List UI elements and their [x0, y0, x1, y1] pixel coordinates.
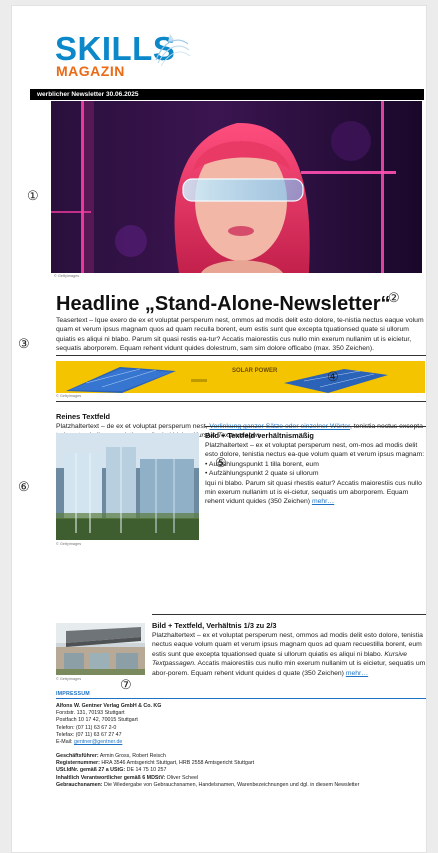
- banner-credit: © Gettyimages: [56, 394, 82, 398]
- solar-banner-ad[interactable]: SOLAR POWER: [56, 361, 425, 393]
- impressum-divider: [56, 698, 426, 699]
- headline: Headline „Stand-Alone-Newsletter“: [56, 293, 391, 315]
- legal-value: Oliver Scheel: [165, 774, 199, 781]
- impressum-company: Alfons W. Gentner Verlag GmbH & Co. KG: [56, 703, 162, 709]
- teaser-text: Teasertext – Ique exero de ex et volupta…: [56, 317, 424, 353]
- image-text-intro: Platzhaltertext – ex et voluptat persper…: [205, 442, 425, 459]
- architecture-image[interactable]: [56, 433, 199, 540]
- third-section-title: Bild + Textfeld, Verhältnis 1/3 zu 2/3: [152, 621, 277, 630]
- third-text-body: Platzhaltertext – ex et voluptat persper…: [152, 632, 423, 658]
- impressum-address-line: Postfach 10 17 42, 70015 Stuttgart: [56, 717, 138, 724]
- divider: [56, 401, 426, 402]
- impressum-fax: Telefax: (07 11) 63 67 27 47: [56, 731, 122, 738]
- legal-value: DE 14 75 10 257: [125, 767, 167, 774]
- divider: [152, 614, 426, 615]
- impressum-address-line: Forststr. 131, 70193 Stuttgart: [56, 710, 125, 717]
- marker-6: ⑥: [18, 479, 30, 494]
- marker-2: ②: [388, 290, 400, 305]
- email-link[interactable]: gentner@gentner.de: [74, 739, 122, 745]
- text-intro: Platzhaltertext – de ex et voluptat pers…: [56, 423, 210, 430]
- divider: [205, 426, 426, 427]
- email-label: E-Mail:: [56, 739, 74, 746]
- solar-panel-illustration: [66, 367, 388, 393]
- impressum-phone: Telefon: (07 11) 63 67 2-0: [56, 724, 117, 731]
- legal-label: Geschäftsführer:: [56, 753, 99, 759]
- marker-4: ④: [327, 369, 339, 384]
- image-text-title: Bild + Textfeld verhältnismäßig: [205, 431, 314, 440]
- legal-value: HRA 3546 Amtsgericht Stuttgart, HRB 2558…: [99, 760, 255, 767]
- marker-1: ①: [27, 188, 39, 203]
- hero-illustration: [51, 101, 422, 273]
- text-section-title: Reines Textfeld: [56, 412, 111, 421]
- newsletter-date-bar: werblicher Newsletter 30.06.2025: [30, 89, 424, 100]
- glass-building-illustration: [56, 433, 199, 540]
- legal-label: USt.IdNr. gemäß 27 a UStG:: [56, 767, 126, 774]
- list-item: Aufzählungspunkt 1 tilla borent, eum: [205, 460, 426, 469]
- awning-illustration: [56, 623, 145, 675]
- marker-3: ③: [18, 336, 30, 351]
- impressum-legal: Geschäftsführer: Armin Gross, Robert Rei…: [56, 753, 426, 789]
- impressum-title: IMPRESSUM: [56, 691, 90, 697]
- legal-value: Die Wiedergabe von Gebrauchsnamen, Hande…: [102, 781, 360, 788]
- legal-value: Armin Gross, Robert Reisch: [98, 753, 166, 759]
- more-link[interactable]: mehr…: [346, 670, 368, 677]
- awning-image[interactable]: [56, 623, 145, 675]
- legal-label: Inhaltlich Verantwortlicher gemäß 6 MDSt…: [56, 774, 166, 781]
- legal-label: Registernummer:: [56, 760, 100, 767]
- image-credit: © Gettyimages: [56, 677, 82, 681]
- image-text-section: Bild + Textfeld verhältnismäßig Platzhal…: [205, 431, 426, 507]
- list-item: Aufzählungspunkt 2 quate si ullorum: [205, 469, 426, 478]
- newsletter-page: SKILLS MAGAZIN werblicher Newsletter 30.…: [11, 5, 427, 853]
- impressum-email-row: E-Mail: gentner@gentner.de: [56, 739, 426, 746]
- divider: [56, 355, 426, 356]
- image-text-paragraph: Iqui ni blabo. Parum sit quasi rhestis e…: [205, 479, 426, 507]
- image-credit: © Gettyimages: [56, 542, 82, 546]
- header: SKILLS MAGAZIN: [12, 6, 426, 92]
- marker-7: ⑦: [120, 677, 132, 692]
- logo-magazin[interactable]: MAGAZIN: [56, 64, 125, 78]
- image-text-third-section: Bild + Textfeld, Verhältnis 1/3 zu 2/3 P…: [152, 621, 426, 678]
- third-section-paragraph: Platzhaltertext – ex et voluptat persper…: [152, 631, 426, 678]
- impressum-address: Alfons W. Gentner Verlag GmbH & Co. KG F…: [56, 703, 426, 746]
- image-credit: © Gettyimages: [54, 274, 80, 278]
- logo-swirl-icon: [155, 34, 191, 67]
- banner-title: SOLAR POWER: [232, 368, 278, 374]
- more-link[interactable]: mehr…: [312, 498, 334, 505]
- hero-image[interactable]: [51, 101, 422, 273]
- legal-label: Gebrauchsnamen:: [56, 781, 103, 788]
